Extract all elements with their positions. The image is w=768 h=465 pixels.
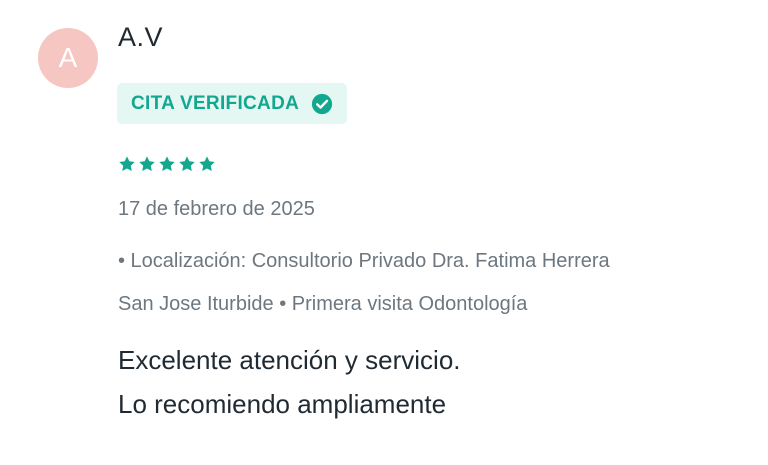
meta-visit-line: San Jose Iturbide • Primera visita Odont…	[118, 293, 528, 315]
star-icon	[179, 156, 195, 172]
star-icon	[159, 156, 175, 172]
meta-location-line: • Localización: Consultorio Privado Dra.…	[118, 250, 610, 272]
star-icon	[199, 156, 215, 172]
comment-line: Excelente atención y servicio.	[118, 345, 461, 375]
review-author: A.V	[118, 22, 164, 52]
review-date: 17 de febrero de 2025	[118, 198, 315, 220]
review-meta: • Localización: Consultorio Privado Dra.…	[118, 240, 738, 326]
verified-badge: CITA VERIFICADA	[117, 83, 348, 124]
avatar-initial: A	[58, 42, 78, 73]
star-rating	[118, 155, 216, 173]
verified-badge-label: CITA VERIFICADA	[131, 92, 300, 114]
star-icon	[119, 156, 135, 172]
review-comment: Excelente atención y servicio. Lo recomi…	[118, 338, 461, 426]
avatar: A	[38, 28, 98, 88]
check-circle-icon	[312, 93, 333, 114]
comment-line: Lo recomiendo ampliamente	[118, 389, 447, 419]
star-icon	[139, 156, 155, 172]
